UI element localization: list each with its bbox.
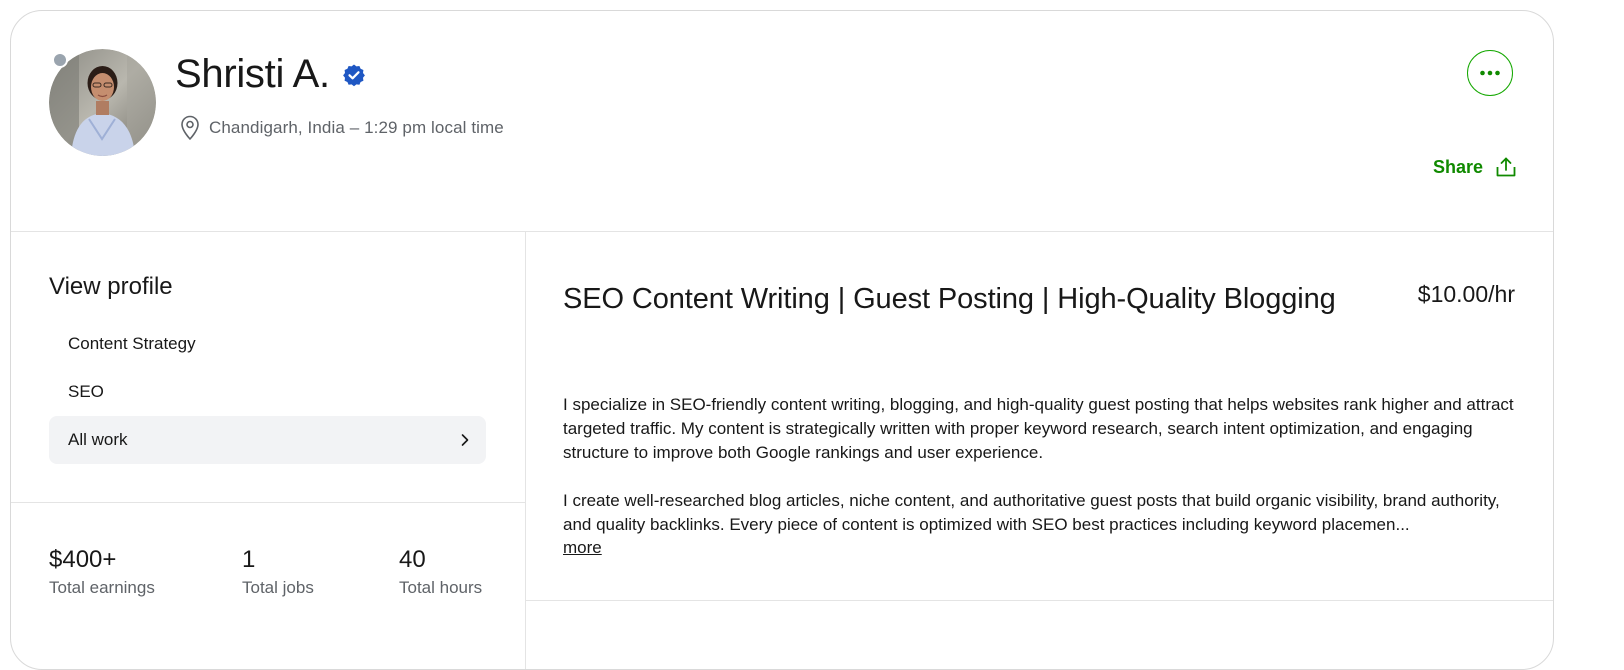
chevron-right-icon [461,434,469,446]
verified-badge-icon [342,64,365,87]
stat-value: 40 [399,546,426,573]
share-upload-icon [1496,157,1516,177]
share-button[interactable]: Share [1433,156,1517,178]
avatar [49,49,156,156]
profile-name: Shristi A. [175,52,330,96]
profile-card: Shristi A. Chandigarh, India – 1:29 pm l… [10,10,1554,670]
more-horizontal-icon [1480,70,1500,76]
column-divider [525,232,526,669]
sidebar-item-label: SEO [68,382,104,401]
location-pin-icon [181,115,199,140]
stat-label: Total hours [399,578,483,597]
view-profile-title: View profile [49,273,173,300]
name-row: Shristi A. [175,49,366,99]
sidebar-item-content-strategy[interactable]: Content Strategy [49,320,486,368]
description-paragraph: I create well-researched blog articles, … [563,491,1500,534]
sidebar-item-label: Content Strategy [68,334,196,353]
hourly-rate: $10.00/hr [1417,281,1515,307]
header-divider [11,231,1553,232]
profile-headline: SEO Content Writing | Guest Posting | Hi… [563,283,1336,315]
profile-description: I specialize in SEO-friendly content wri… [563,393,1515,537]
location-text: Chandigarh, India – 1:29 pm local time [209,118,504,137]
sidebar-item-all-work[interactable]: All work [49,416,486,464]
sidebar-item-seo[interactable]: SEO [49,368,486,416]
stat-total-earnings: $400+ Total earnings [49,544,155,598]
location-row: Chandigarh, India – 1:29 pm local time [179,115,504,141]
stats-divider [11,502,525,503]
stat-value: $400+ [49,546,117,573]
status-dot [52,52,68,68]
stat-total-jobs: 1 Total jobs [242,544,314,598]
description-paragraph: I specialize in SEO-friendly content wri… [563,395,1514,462]
stat-value: 1 [242,546,256,573]
stat-label: Total jobs [242,578,314,597]
more-options-button[interactable] [1467,50,1513,96]
more-link[interactable]: more [563,538,602,558]
section-divider [526,600,1553,601]
stat-total-hours: 40 Total hours [399,544,482,598]
share-label: Share [1433,156,1484,177]
stat-label: Total earnings [49,578,155,597]
sidebar-item-label: All work [68,430,128,449]
